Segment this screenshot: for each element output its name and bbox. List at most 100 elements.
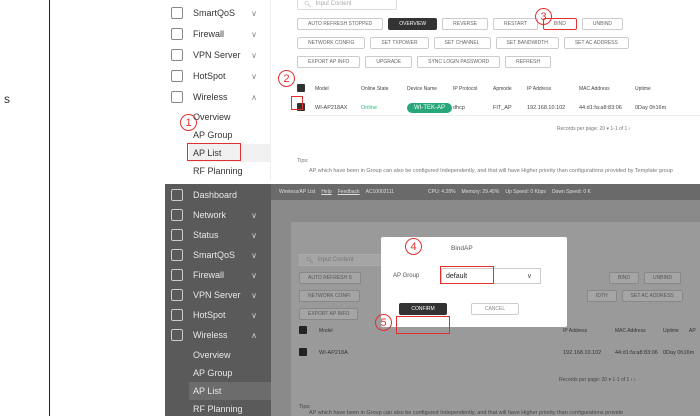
breadcrumb: Wireless/AP List	[279, 189, 316, 195]
sidebar-item-wireless[interactable]: Wireless ∧	[165, 324, 271, 346]
cancel-button[interactable]: CANCEL	[471, 303, 519, 315]
qos-icon	[171, 7, 183, 19]
sidebar-sub-ap-list[interactable]: AP List	[189, 382, 271, 400]
pagination[interactable]: Records per page: 20 ▾ 1-1 of 1 ‹	[557, 126, 630, 132]
toolbar-row-1-right: BIND UNBIND	[609, 272, 682, 284]
chevron-down-icon: ∨	[251, 50, 257, 60]
network-config-button[interactable]: NETWORK CONFI	[299, 290, 360, 302]
chevron-up-icon: ∧	[251, 330, 257, 340]
device-name-badge: WI-TEK-AP	[407, 102, 452, 113]
table-row[interactable]: WI-AP218AX Online WI-TEK-AP dhcp FIT_AP …	[297, 100, 700, 116]
select-all-checkbox[interactable]	[297, 84, 311, 94]
toolbar-row-2: NETWORK CONFIG SET TXPOWER SET CHANNEL S…	[297, 37, 629, 49]
callout-3: 3	[535, 8, 552, 25]
sidebar-item-hotspot[interactable]: HotSpot ∨	[165, 304, 271, 326]
select-all-checkbox[interactable]	[299, 326, 313, 336]
help-link[interactable]: Help	[321, 189, 331, 195]
highlight-ap-list	[187, 143, 241, 161]
set-bandwidth-button[interactable]: SET BANDWIDTH	[495, 37, 559, 49]
sidebar-item-hotspot[interactable]: HotSpot ∨	[165, 65, 271, 87]
sidebar-sub-overview[interactable]: Overview	[189, 108, 271, 126]
unbind-button[interactable]: UNBIND	[643, 272, 682, 284]
sidebar-item-smartqos[interactable]: SmartQoS ∨	[165, 244, 271, 266]
toolbar-row-2-right: IDTH SET AC ADDRESS	[587, 290, 683, 302]
sidebar-item-wireless[interactable]: Wireless ∧	[165, 86, 271, 108]
chevron-down-icon: ∨	[251, 270, 257, 280]
toolbar-row-3: EXPORT AP INFO UPGRADE SYNC LOGIN PASSWO…	[297, 56, 552, 68]
cpu-stat: CPU: 4.28%	[428, 189, 456, 195]
refresh-button[interactable]: REFRESH	[505, 56, 552, 68]
qos-icon	[171, 249, 183, 261]
callout-1: 1	[180, 114, 197, 131]
chevron-down-icon: ∨	[251, 290, 257, 300]
shield-icon	[171, 28, 183, 40]
main-content-top: 🔍︎ Input Content AUTO REFRESH STOPPED OVE…	[277, 0, 700, 180]
row-checkbox[interactable]	[299, 348, 313, 358]
wifi-icon	[171, 329, 183, 341]
sidebar-item-network[interactable]: Network ∨	[165, 204, 271, 226]
pagination[interactable]: Records per page: 20 ▾ 1-1 of 1 ‹ ›	[559, 377, 635, 383]
chevron-down-icon: ∨	[251, 71, 257, 81]
sidebar-item-status[interactable]: Status ∨	[165, 224, 271, 246]
chevron-down-icon: ∨	[251, 250, 257, 260]
sidebar-sub-ap-group[interactable]: AP Group	[189, 126, 271, 144]
dashboard-icon	[171, 189, 183, 201]
auto-refresh-button[interactable]: AUTO REFRESH STOPPED	[297, 18, 384, 30]
bind-button[interactable]: BIND	[609, 272, 639, 284]
restart-button[interactable]: RESTART	[493, 18, 538, 30]
callout-2: 2	[278, 70, 295, 87]
toolbar-row-1: AUTO REFRESH S	[299, 272, 361, 284]
set-channel-button[interactable]: SET CHANNEL	[433, 37, 491, 49]
feedback-link[interactable]: Feedback	[338, 189, 360, 195]
search-input[interactable]: 🔍︎ Input Content	[297, 0, 397, 10]
chevron-down-icon: ∨	[251, 310, 257, 320]
left-edge-text: s	[4, 92, 10, 106]
set-txpower-button[interactable]: SET TXPOWER	[370, 37, 429, 49]
sidebar-item-vpn-server[interactable]: VPN Server ∨	[165, 284, 271, 306]
sidebar-item-firewall[interactable]: Firewall ∨	[165, 23, 271, 45]
sidebar-item-vpn-server[interactable]: VPN Server ∨	[165, 44, 271, 66]
sidebar-sub-overview[interactable]: Overview	[189, 346, 271, 364]
chevron-up-icon: ∧	[251, 92, 257, 102]
down-speed-stat: Down Speed: 0 K	[551, 189, 591, 195]
sidebar-sub-ap-group[interactable]: AP Group	[189, 364, 271, 382]
chevron-down-icon: ∨	[251, 230, 257, 240]
sync-login-password-button[interactable]: SYNC LOGIN PASSWORD	[417, 56, 501, 68]
set-ac-address-button[interactable]: SET AC ADDRESS	[621, 290, 683, 302]
tips-title: Tips:	[297, 158, 309, 164]
wifi-icon	[171, 91, 183, 103]
sidebar-item-dashboard[interactable]: Dashboard	[165, 184, 271, 206]
network-icon	[171, 209, 183, 221]
highlight-confirm-button	[396, 316, 450, 334]
chevron-down-icon: ∨	[251, 210, 257, 220]
upgrade-button[interactable]: UPGRADE	[365, 56, 413, 68]
auto-refresh-button[interactable]: AUTO REFRESH S	[299, 272, 361, 284]
shield-icon	[171, 269, 183, 281]
callout-4: 4	[405, 238, 422, 255]
table-row[interactable]: WI-AP218A 192.168.10.102 44:d1:fa:a8:83:…	[299, 346, 699, 360]
overview-button[interactable]: OVERVIEW	[388, 18, 438, 30]
ap-group-label: AP Group	[393, 273, 420, 279]
sidebar-sub-rf-planning[interactable]: RF Planning	[189, 162, 271, 180]
callout-5: 5	[375, 314, 392, 331]
search-icon: 🔍︎	[306, 257, 314, 264]
network-config-button[interactable]: NETWORK CONFIG	[297, 37, 366, 49]
sidebar-item-smartqos[interactable]: SmartQoS ∨	[165, 2, 271, 24]
vpn-icon	[171, 49, 183, 61]
sidebar-item-firewall[interactable]: Firewall ∨	[165, 264, 271, 286]
set-ac-address-button[interactable]: SET AC ADDRESS	[563, 37, 629, 49]
sidebar-sub-rf-planning[interactable]: RF Planning	[189, 400, 271, 416]
highlight-ap-group-select	[440, 266, 494, 284]
left-edge-strip: s	[0, 0, 50, 416]
top-header-bar: Wireless/AP List Help Feedback AC1000211…	[271, 184, 700, 200]
highlight-row-checkbox	[291, 96, 303, 110]
export-ap-info-button[interactable]: EXPORT AP INFO	[299, 308, 359, 320]
status-icon	[171, 229, 183, 241]
confirm-button[interactable]: CONFIRM	[399, 303, 447, 315]
unbind-button[interactable]: UNBIND	[581, 18, 624, 30]
hotspot-icon	[171, 70, 183, 82]
reverse-button[interactable]: REVERSE	[442, 18, 489, 30]
export-ap-info-button[interactable]: EXPORT AP INFO	[297, 56, 361, 68]
set-bandwidth-button[interactable]: IDTH	[587, 290, 617, 302]
dialog-title: BindAP	[451, 245, 473, 252]
